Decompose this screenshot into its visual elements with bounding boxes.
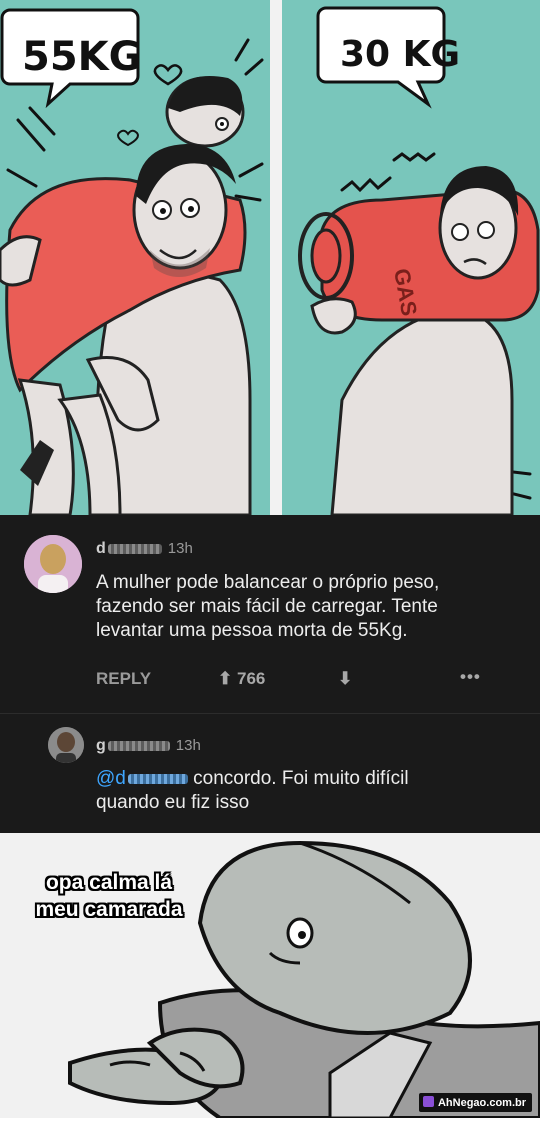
upvote-button[interactable]: ⬆︎ 766 [218,669,265,689]
weight-label-right: 30 KG [340,34,460,75]
comment-line: levantar uma pessoa morta de 55Kg. [96,620,408,641]
comic-right-illustration: GAS 30 KG [298,6,540,515]
mention-link[interactable]: @d [96,768,188,789]
meme-caption: opa calma lá meu camarada [14,869,204,923]
arrow-up-icon: ⬆︎ [218,669,233,688]
comment-line: A mulher pode balancear o próprio peso, [96,572,440,593]
arrow-down-icon: ⬇︎ [338,669,353,688]
comment-actions: REPLY ⬆︎ 766 ⬇︎ ••• [96,667,496,693]
logo-icon [422,1096,434,1107]
avatar-image-icon [24,535,82,593]
mention-blur [127,773,188,784]
avatar[interactable] [48,727,84,763]
comic-panel-left: 55KG [0,0,270,515]
comment-body: @d concordo. Foi muito difícil quando eu… [96,767,409,815]
caption-line: opa calma lá [45,871,173,894]
more-options-icon[interactable]: ••• [460,667,481,687]
comment-line: quando eu fiz isso [96,792,250,813]
comment-username[interactable]: g 13h [96,737,201,755]
comment-body: A mulher pode balancear o próprio peso, … [96,571,439,643]
comment-time: 13h [175,737,201,754]
comment-line-text: concordo. Foi muito difícil [193,768,409,789]
meme-panel: opa calma lá meu camarada AhNegao.com.br [0,833,540,1120]
downvote-button[interactable]: ⬇︎ [338,669,352,689]
vote-count: 766 [236,669,266,688]
comment-line: @d concordo. Foi muito difícil [96,767,409,791]
comment-username[interactable]: d 13h [96,540,193,558]
comment-divider [0,713,540,714]
watermark-text: AhNegao.com.br [437,1097,526,1109]
username-blur [107,543,162,554]
avatar[interactable] [24,535,82,593]
comment-thread: d 13h A mulher pode balancear o próprio p… [0,515,540,833]
caption-line: meu camarada [35,898,183,921]
comment-time: 13h [167,540,193,557]
weight-label-left: 55KG [22,34,142,80]
reply-button[interactable]: REPLY [96,669,151,689]
watermark: AhNegao.com.br [418,1093,532,1112]
comment-line: fazendo ser mais fácil de carregar. Tent… [96,596,438,617]
username-initial: d [96,540,106,557]
avatar-image-icon [48,727,84,763]
comic-left-illustration: 55KG [0,8,264,515]
comic-panel-right: GAS 30 KG [282,0,540,515]
panel-divider [270,0,282,515]
username-initial: g [96,737,106,754]
username-blur [107,740,170,751]
mention-text: @d [96,768,126,789]
